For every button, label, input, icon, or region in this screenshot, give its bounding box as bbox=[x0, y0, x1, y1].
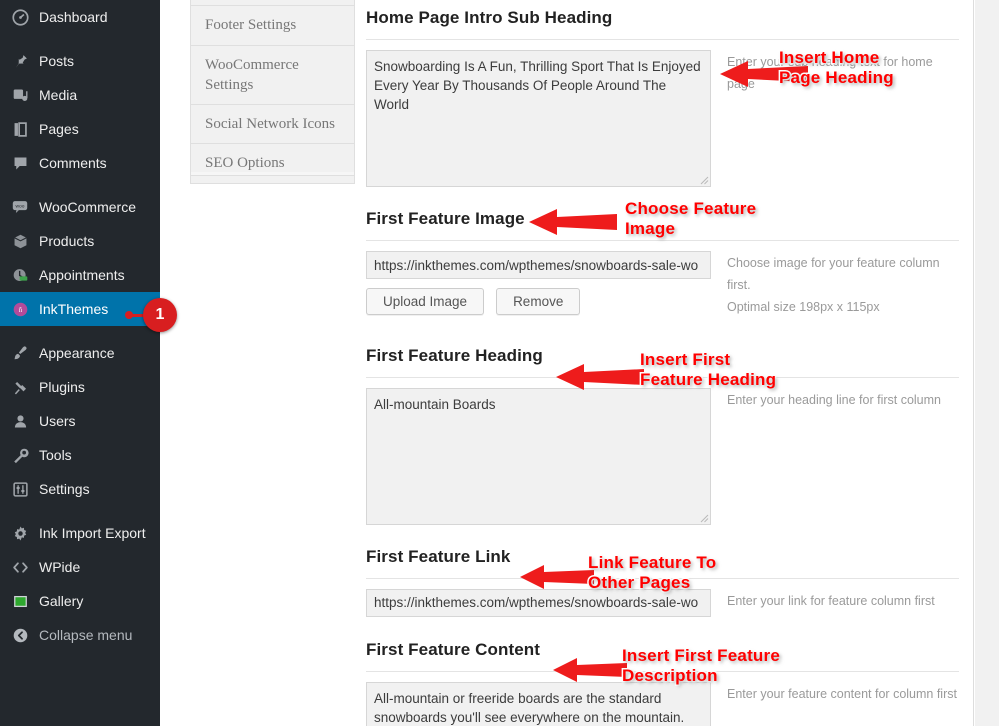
brush-icon bbox=[10, 343, 30, 363]
sidebar-item-appearance[interactable]: Appearance bbox=[0, 336, 160, 370]
gear-icon bbox=[10, 523, 30, 543]
sidebar-item-plugins[interactable]: Plugins bbox=[0, 370, 160, 404]
sidebar-divider bbox=[0, 180, 160, 190]
sidebar-item-comments[interactable]: Comments bbox=[0, 146, 160, 180]
gallery-icon bbox=[10, 591, 30, 611]
sidebar-item-woocommerce[interactable]: woo WooCommerce bbox=[0, 190, 160, 224]
remove-image-button[interactable]: Remove bbox=[496, 288, 581, 315]
theme-options-form: Home Page Intro Sub Heading Snowboarding… bbox=[360, 0, 974, 726]
first-feature-heading-textarea[interactable]: All-mountain Boards bbox=[366, 387, 711, 525]
sidebar-item-label: Collapse menu bbox=[39, 627, 133, 643]
collapse-icon bbox=[10, 625, 30, 645]
admin-sidebar: Dashboard Posts Media Pages Comments woo… bbox=[0, 0, 160, 726]
sidebar-item-label: Tools bbox=[39, 447, 72, 463]
upload-image-button[interactable]: Upload Image bbox=[366, 288, 485, 315]
dashboard-icon bbox=[10, 7, 30, 27]
sidebar-item-pages[interactable]: Pages bbox=[0, 112, 160, 146]
sidebar-item-label: InkThemes bbox=[39, 301, 109, 317]
section-first-feature-image: First Feature Image Upload Image Remove … bbox=[360, 187, 973, 319]
field-hint: Enter your sub heading text for home pag… bbox=[727, 55, 933, 91]
sidebar-item-label: Media bbox=[39, 87, 78, 103]
sidebar-item-label: Comments bbox=[39, 155, 107, 171]
tab-social-network-icons[interactable]: Social Network Icons bbox=[190, 105, 355, 145]
field-hint: Choose image for your feature column fir… bbox=[727, 256, 940, 292]
sidebar-item-label: WPide bbox=[39, 559, 81, 575]
sidebar-item-tools[interactable]: Tools bbox=[0, 438, 160, 472]
comment-icon bbox=[10, 153, 30, 173]
first-feature-image-url-input[interactable] bbox=[366, 251, 711, 279]
section-title: First Feature Image bbox=[366, 209, 525, 228]
sidebar-item-label: Products bbox=[39, 233, 95, 249]
section-home-page-intro-sub-heading: Home Page Intro Sub Heading Snowboarding… bbox=[360, 0, 973, 187]
page-right-gutter bbox=[975, 0, 999, 726]
tabs-panel-footer bbox=[190, 172, 355, 176]
section-first-feature-link: First Feature Link Enter your link for f… bbox=[360, 525, 973, 617]
sidebar-item-label: Appearance bbox=[39, 345, 115, 361]
pages-icon bbox=[10, 119, 30, 139]
sidebar-divider bbox=[0, 326, 160, 336]
field-hint-optimal-size: Optimal size 198px x 115px bbox=[727, 299, 880, 314]
sidebar-item-posts[interactable]: Posts bbox=[0, 44, 160, 78]
sidebar-item-dashboard[interactable]: Dashboard bbox=[0, 0, 160, 34]
sidebar-item-ink-import-export[interactable]: Ink Import Export bbox=[0, 516, 160, 550]
section-title: First Feature Heading bbox=[366, 345, 543, 365]
sidebar-item-gallery[interactable]: Gallery bbox=[0, 584, 160, 618]
sidebar-divider bbox=[0, 506, 160, 516]
sidebar-item-label: Plugins bbox=[39, 379, 85, 395]
sidebar-item-label: Ink Import Export bbox=[39, 525, 146, 541]
section-first-feature-content: First Feature Content All-mountain or fr… bbox=[360, 617, 973, 726]
sidebar-item-users[interactable]: Users bbox=[0, 404, 160, 438]
field-hint: Enter your feature content for column fi… bbox=[727, 686, 957, 701]
sidebar-item-collapse-menu[interactable]: Collapse menu bbox=[0, 618, 160, 652]
user-icon bbox=[10, 411, 30, 431]
sidebar-item-label: Gallery bbox=[39, 593, 84, 609]
woo-icon: woo bbox=[10, 197, 30, 217]
sidebar-item-wpide[interactable]: WPide bbox=[0, 550, 160, 584]
section-title: First Feature Content bbox=[366, 639, 541, 659]
media-icon bbox=[10, 85, 30, 105]
section-title: First Feature Link bbox=[366, 546, 511, 566]
field-hint: Enter your heading line for first column bbox=[727, 392, 941, 407]
sidebar-item-label: Appointments bbox=[39, 267, 125, 283]
sidebar-item-label: Dashboard bbox=[39, 9, 108, 25]
svg-text:ñ: ñ bbox=[18, 307, 22, 314]
box-icon bbox=[10, 231, 30, 251]
sidebar-item-inkthemes[interactable]: ñ InkThemes bbox=[0, 292, 160, 326]
wordpress-admin-screen: Dashboard Posts Media Pages Comments woo… bbox=[0, 0, 999, 726]
first-feature-content-textarea[interactable]: All-mountain or freeride boards are the … bbox=[366, 681, 711, 726]
theme-options-tabs: Home Page Settings Footer Settings WooCo… bbox=[190, 0, 355, 184]
plug-icon bbox=[10, 377, 30, 397]
sidebar-item-label: Pages bbox=[39, 121, 79, 137]
appointments-icon bbox=[10, 265, 30, 285]
sliders-icon bbox=[10, 479, 30, 499]
sidebar-item-label: Posts bbox=[39, 53, 75, 69]
code-icon bbox=[10, 557, 30, 577]
section-first-feature-heading: First Feature Heading All-mountain Board… bbox=[360, 319, 973, 525]
field-hint: Enter your link for feature column first bbox=[727, 593, 935, 608]
tab-footer-settings[interactable]: Footer Settings bbox=[190, 6, 355, 46]
section-title: Home Page Intro Sub Heading bbox=[366, 8, 613, 27]
tab-seo-options[interactable]: SEO Options bbox=[190, 144, 355, 184]
sidebar-item-label: WooCommerce bbox=[39, 199, 136, 215]
sidebar-item-label: Users bbox=[39, 413, 76, 429]
tab-woocommerce-settings[interactable]: WooCommerce Settings bbox=[190, 45, 355, 105]
sidebar-item-appointments[interactable]: Appointments bbox=[0, 258, 160, 292]
sidebar-item-media[interactable]: Media bbox=[0, 78, 160, 112]
first-feature-link-input[interactable] bbox=[366, 588, 711, 617]
wrench-icon bbox=[10, 445, 30, 465]
sidebar-item-label: Settings bbox=[39, 481, 90, 497]
pin-icon bbox=[10, 51, 30, 71]
svg-text:woo: woo bbox=[16, 205, 25, 210]
sidebar-item-products[interactable]: Products bbox=[0, 224, 160, 258]
sidebar-item-settings[interactable]: Settings bbox=[0, 472, 160, 506]
sidebar-divider bbox=[0, 34, 160, 44]
home-intro-subheading-textarea[interactable]: Snowboarding Is A Fun, Thrilling Sport T… bbox=[366, 50, 711, 187]
inkthemes-icon: ñ bbox=[10, 299, 30, 319]
